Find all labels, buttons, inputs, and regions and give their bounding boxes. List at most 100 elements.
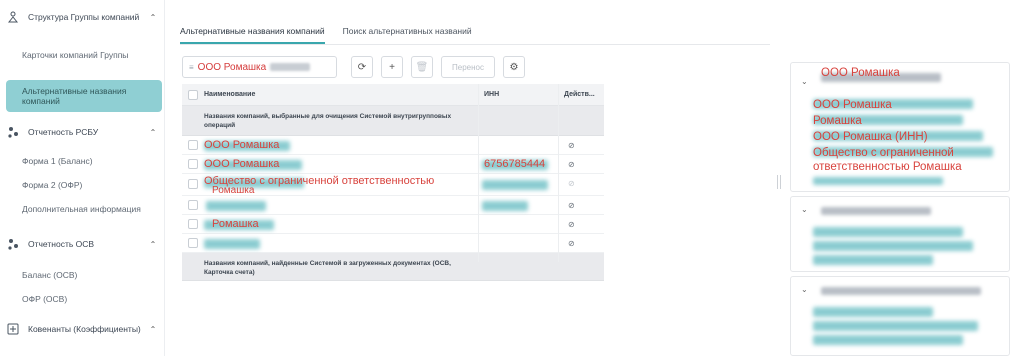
card-line: Ромашка bbox=[813, 115, 862, 127]
blurred-text bbox=[813, 177, 943, 185]
exclude-icon[interactable]: ⊘ bbox=[568, 141, 575, 150]
column-header-name[interactable]: Наименование bbox=[204, 91, 255, 98]
company-name: ООО Ромашка bbox=[204, 139, 280, 151]
delete-button[interactable]: 🗑 bbox=[411, 56, 433, 78]
chevron-down-icon[interactable]: ⌄ bbox=[801, 77, 808, 86]
sidebar: Структура Группы компаний ⌃ Карточки ком… bbox=[0, 0, 165, 356]
sidebar-item-company-cards[interactable]: Карточки компаний Группы bbox=[12, 50, 160, 60]
table-row[interactable]: ⊘ bbox=[182, 234, 604, 253]
exclude-icon[interactable]: ⊘ bbox=[568, 220, 575, 229]
row-checkbox[interactable] bbox=[188, 238, 198, 248]
sidebar-item-form2[interactable]: Форма 2 (ОФР) bbox=[12, 180, 160, 190]
alt-names-card[interactable]: ⌄ ООО Ромашка ООО Ромашка Ромашка ООО Ро… bbox=[790, 62, 1010, 192]
table-row[interactable]: ООО Ромашка ⊘ bbox=[182, 136, 604, 155]
exclude-icon[interactable]: ⊘ bbox=[568, 179, 575, 188]
company-inn: 6756785444 bbox=[484, 158, 546, 170]
transfer-button[interactable]: Перенос bbox=[441, 56, 495, 78]
list-icon: ≡ bbox=[189, 62, 194, 72]
chevron-up-icon[interactable]: ⌃ bbox=[148, 13, 158, 22]
blurred-text bbox=[482, 201, 528, 211]
add-button[interactable]: + bbox=[381, 56, 403, 78]
blurred-text bbox=[813, 255, 933, 265]
tab-search-alt-names[interactable]: Поиск альтернативных названий bbox=[343, 26, 472, 44]
sidebar-section-label: Ковенанты (Коэффициенты) bbox=[28, 324, 141, 334]
search-input-value: ООО Ромашка bbox=[197, 61, 267, 73]
select-all-checkbox[interactable] bbox=[188, 90, 198, 100]
trash-icon: 🗑 bbox=[415, 61, 429, 73]
table-row[interactable]: ⊘ bbox=[182, 196, 604, 215]
chevron-up-icon[interactable]: ⌃ bbox=[148, 325, 158, 334]
blurred-text bbox=[813, 227, 963, 237]
refresh-button[interactable]: ⟳ bbox=[351, 56, 373, 78]
panel-resize-handle[interactable] bbox=[777, 175, 781, 189]
blurred-text bbox=[821, 207, 931, 215]
sidebar-section-label: Структура Группы компаний bbox=[28, 12, 140, 22]
toolbar: ≡ ООО Ромашка ⟳ + 🗑 Перенос ⚙ bbox=[182, 56, 525, 78]
column-header-actions[interactable]: Действ... bbox=[564, 91, 595, 98]
tabs-divider bbox=[180, 44, 770, 45]
row-checkbox[interactable] bbox=[188, 140, 198, 150]
blurred-text bbox=[813, 307, 933, 317]
blurred-text bbox=[482, 180, 548, 190]
blurred-text bbox=[813, 321, 978, 331]
group-row-selected: Названия компаний, выбранные для очищени… bbox=[182, 106, 604, 136]
search-input[interactable]: ≡ ООО Ромашка bbox=[182, 56, 337, 78]
sidebar-section-label: Отчетность ОСВ bbox=[28, 239, 95, 249]
hierarchy-icon bbox=[6, 125, 20, 139]
right-panel: ⌄ ООО Ромашка ООО Ромашка Ромашка ООО Ро… bbox=[790, 56, 1015, 356]
exclude-icon[interactable]: ⊘ bbox=[568, 160, 575, 169]
refresh-icon: ⟳ bbox=[357, 61, 367, 73]
table-row[interactable]: ООО Ромашка 6756785444 ⊘ bbox=[182, 155, 604, 174]
card-line: ответственностью Ромашка bbox=[813, 161, 962, 173]
chevron-up-icon[interactable]: ⌃ bbox=[148, 240, 158, 249]
row-checkbox[interactable] bbox=[188, 159, 198, 169]
tab-bar: Альтернативные названия компаний Поиск а… bbox=[180, 26, 490, 44]
chevron-down-icon[interactable]: ⌄ bbox=[801, 285, 808, 294]
exclude-icon[interactable]: ⊘ bbox=[568, 201, 575, 210]
gear-icon: ⚙ bbox=[509, 61, 519, 73]
group-row-label: Названия компаний, найденные Системой в … bbox=[204, 260, 451, 276]
chevron-up-icon[interactable]: ⌃ bbox=[148, 128, 158, 137]
alt-names-table: Наименование ИНН Действ... Названия комп… bbox=[182, 84, 604, 281]
app-page: Структура Группы компаний ⌃ Карточки ком… bbox=[0, 0, 1031, 356]
sidebar-section-covenants[interactable]: Ковенанты (Коэффициенты) ⌃ bbox=[6, 322, 158, 336]
column-header-inn[interactable]: ИНН bbox=[484, 91, 499, 98]
sidebar-section-rsbu[interactable]: Отчетность РСБУ ⌃ bbox=[6, 125, 158, 139]
card-line: ООО Ромашка (ИНН) bbox=[813, 131, 928, 143]
blurred-text bbox=[206, 201, 266, 211]
blurred-text bbox=[813, 241, 973, 251]
company-name: Ромашка bbox=[212, 218, 259, 230]
org-structure-icon bbox=[6, 10, 20, 24]
company-name-continued: Ромашка bbox=[212, 185, 255, 196]
sidebar-section-label: Отчетность РСБУ bbox=[28, 127, 99, 137]
plus-icon: + bbox=[389, 61, 395, 73]
blurred-text bbox=[204, 239, 260, 249]
sidebar-item-alt-names[interactable]: Альтернативные названия компаний bbox=[6, 80, 162, 112]
alt-names-card[interactable]: ⌄ bbox=[790, 196, 1010, 272]
table-row[interactable]: Общество с ограниченной ответственностью… bbox=[182, 174, 604, 196]
blurred-text bbox=[270, 63, 311, 71]
exclude-icon[interactable]: ⊘ bbox=[568, 239, 575, 248]
sidebar-item-additional-info[interactable]: Дополнительная информация bbox=[12, 204, 160, 214]
calculator-icon bbox=[6, 322, 20, 336]
blurred-text bbox=[813, 335, 963, 345]
tab-alt-names[interactable]: Альтернативные названия компаний bbox=[180, 26, 325, 44]
card-line: ООО Ромашка bbox=[813, 99, 892, 111]
chevron-down-icon[interactable]: ⌄ bbox=[801, 205, 808, 214]
company-name: ООО Ромашка bbox=[204, 158, 280, 170]
settings-button[interactable]: ⚙ bbox=[502, 56, 525, 78]
table-row[interactable]: Ромашка ⊘ bbox=[182, 215, 604, 234]
sidebar-item-ofr-osv[interactable]: ОФР (ОСВ) bbox=[12, 294, 160, 304]
hierarchy-icon bbox=[6, 237, 20, 251]
sidebar-item-balance-osv[interactable]: Баланс (ОСВ) bbox=[12, 270, 160, 280]
table-header: Наименование ИНН Действ... bbox=[182, 84, 604, 106]
row-checkbox[interactable] bbox=[188, 179, 198, 189]
row-checkbox[interactable] bbox=[188, 219, 198, 229]
card-header: ООО Ромашка bbox=[821, 67, 900, 79]
sidebar-section-group-structure[interactable]: Структура Группы компаний ⌃ bbox=[6, 10, 158, 24]
sidebar-section-osv[interactable]: Отчетность ОСВ ⌃ bbox=[6, 237, 158, 251]
row-checkbox[interactable] bbox=[188, 200, 198, 210]
sidebar-item-form1[interactable]: Форма 1 (Баланс) bbox=[12, 156, 160, 166]
card-line: Общество с ограниченной bbox=[813, 147, 954, 159]
alt-names-card[interactable]: ⌄ bbox=[790, 276, 1010, 356]
